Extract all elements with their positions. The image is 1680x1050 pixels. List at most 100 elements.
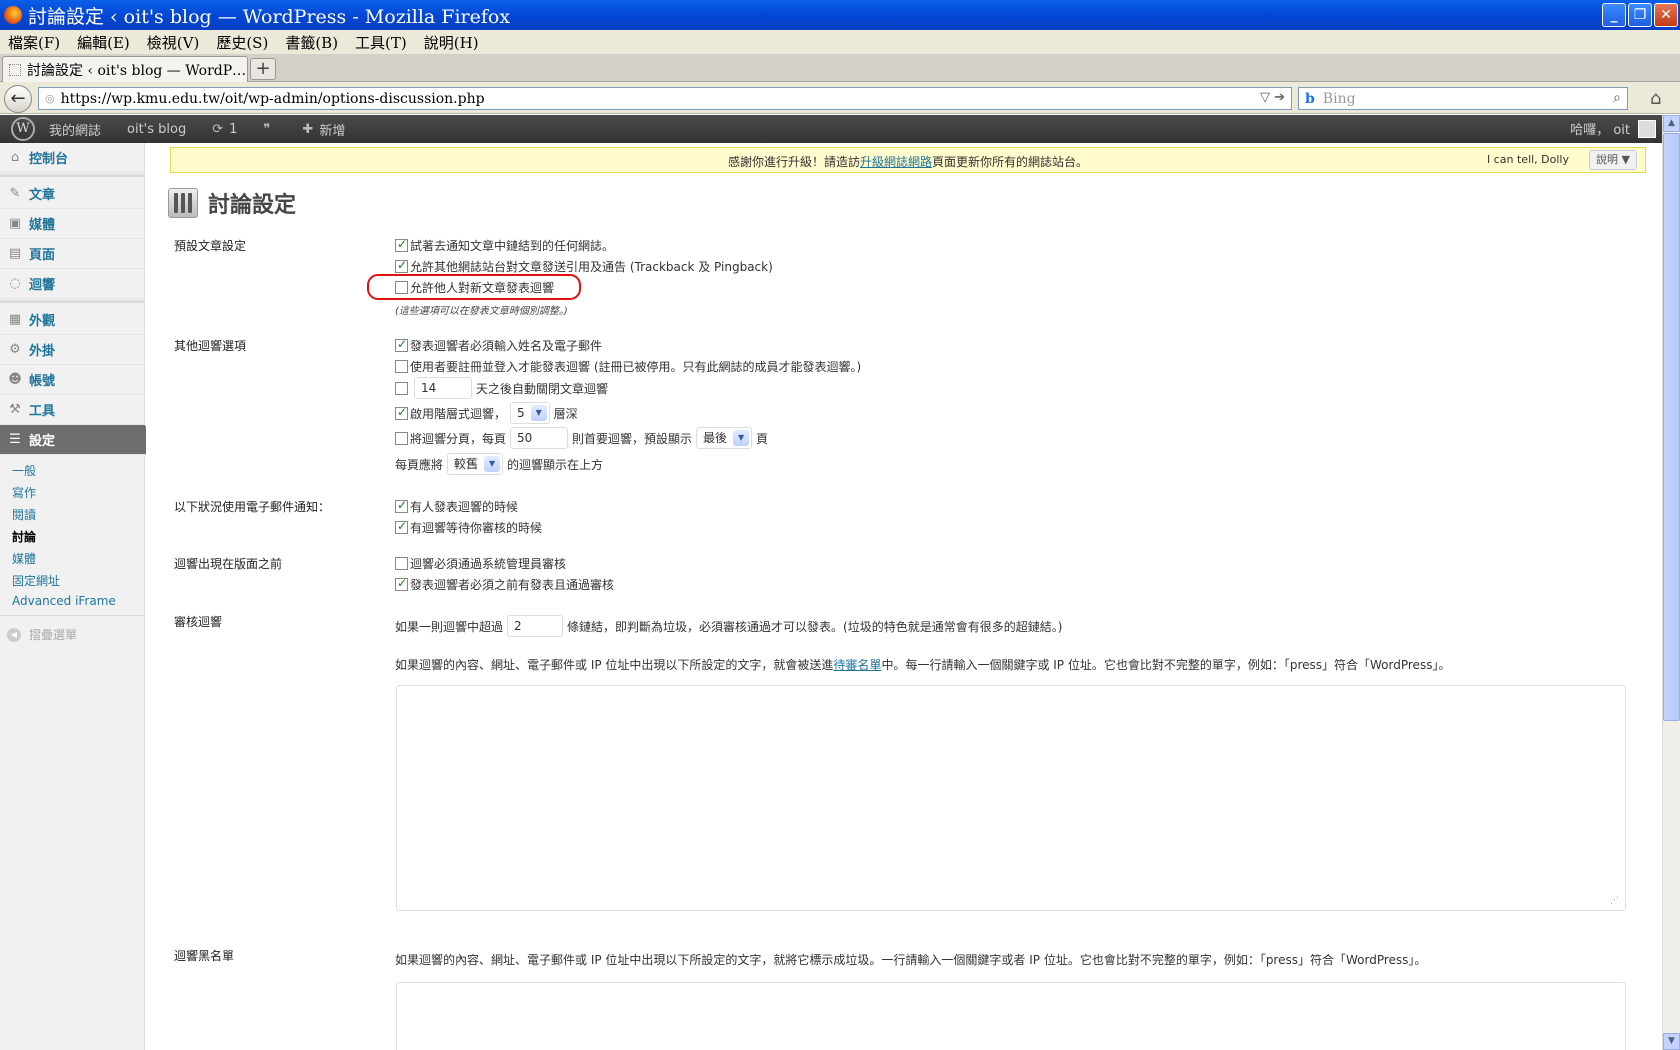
comment-order-select[interactable]: 較舊 ▼	[447, 453, 504, 475]
thread-depth-select[interactable]: 5 ▼	[510, 402, 550, 424]
sidebar-item-appearance[interactable]: ▦ 外觀	[0, 305, 145, 335]
upgrade-network-link[interactable]: 升級網誌網路	[860, 155, 932, 169]
restore-button[interactable]: ❐	[1628, 3, 1652, 27]
menu-history[interactable]: 歷史(S)	[216, 32, 268, 53]
hello-dolly-text: I can tell, Dolly	[1486, 153, 1569, 166]
submenu-discussion[interactable]: 討論	[12, 528, 36, 545]
option-close-comments[interactable]: 14 天之後自動關閉文章迴響	[395, 377, 608, 399]
comment-order-value: 較舊	[454, 457, 479, 471]
checkbox-email-on-comment[interactable]	[395, 498, 408, 513]
option-notify-linked-blogs[interactable]: 試著去通知文章中鏈結到的任何網誌。	[395, 237, 614, 254]
new-tab-button[interactable]: +	[250, 58, 276, 80]
option-require-registration[interactable]: 使用者要註冊並登入才能發表迴響 (註冊已被停用。只有此網誌的成員才能發表迴響。)	[395, 358, 861, 375]
collapse-arrow-icon: ◀	[7, 627, 21, 642]
sidebar-item-tools[interactable]: ⚒ 工具	[0, 395, 145, 425]
page-scrollbar[interactable]: ▲ ▼	[1662, 115, 1680, 1050]
url-bar[interactable]: ◎ https://wp.kmu.edu.tw/oit/wp-admin/opt…	[38, 87, 1292, 110]
page-icon: ▤	[8, 245, 22, 261]
sidebar-item-settings[interactable]: ☰ 設定	[0, 425, 154, 455]
admin-comments[interactable]: ❞	[263, 122, 276, 137]
option-threaded-comments[interactable]: 啟用階層式迴響， 5 ▼ 層深	[395, 402, 578, 424]
submenu-permalinks[interactable]: 固定網址	[12, 572, 60, 589]
scroll-thumb[interactable]	[1663, 133, 1680, 721]
default-page-select[interactable]: 最後 ▼	[696, 427, 753, 449]
checkbox-require-registration[interactable]	[395, 360, 408, 373]
tab-discussion-settings[interactable]: 討論設定 ‹ oit's blog — WordP…	[2, 56, 248, 82]
option-label: 每頁應將	[395, 457, 444, 472]
checkbox-email-on-moderation[interactable]	[395, 519, 408, 534]
submenu-media[interactable]: 媒體	[12, 550, 36, 567]
option-allow-pingbacks[interactable]: 允許其他網誌站台對文章發送引用及通告 (Trackback 及 Pingback…	[395, 258, 773, 275]
menu-view[interactable]: 檢視(V)	[147, 32, 200, 53]
menu-tools[interactable]: 工具(T)	[355, 32, 407, 53]
sidebar-item-posts[interactable]: ✎ 文章	[0, 179, 145, 209]
submenu-writing[interactable]: 寫作	[12, 484, 36, 501]
collapse-menu-button[interactable]: ◀ 摺疊選單	[7, 626, 77, 643]
window-title: 討論設定 ‹ oit's blog — WordPress - Mozilla …	[28, 5, 511, 28]
checkbox-require-name-email[interactable]	[395, 337, 408, 352]
blacklist-textarea[interactable]	[396, 982, 1626, 1050]
search-placeholder: Bing	[1322, 90, 1356, 107]
tab-label: 討論設定 ‹ oit's blog — WordP…	[27, 62, 247, 79]
submenu-general[interactable]: 一般	[12, 462, 36, 479]
back-arrow-icon: ←	[10, 88, 26, 109]
menu-help[interactable]: 說明(H)	[424, 32, 479, 53]
admin-updates[interactable]: ⟳ 1	[212, 122, 237, 137]
option-manual-approval[interactable]: 迴響必須通過系統管理員審核	[395, 555, 566, 572]
checkbox-previously-approved[interactable]	[395, 576, 408, 591]
submenu-advanced-iframe[interactable]: Advanced iFrame	[12, 594, 116, 608]
submenu-reading[interactable]: 閱讀	[12, 506, 36, 523]
admin-account[interactable]: 哈囉， oit	[1570, 119, 1656, 138]
sidebar-item-label: 帳號	[29, 374, 56, 389]
checkbox-notify-linked-blogs[interactable]	[395, 237, 408, 252]
menu-file[interactable]: 檔案(F)	[8, 32, 60, 53]
scroll-up-icon[interactable]: ▲	[1663, 115, 1680, 132]
home-icon[interactable]: ⌂	[1650, 88, 1661, 109]
option-email-on-moderation[interactable]: 有迴響等待你審核的時候	[395, 519, 542, 536]
resize-grip-icon[interactable]: ⋰	[1610, 896, 1619, 906]
checkbox-threaded-comments[interactable]	[395, 405, 408, 420]
option-paged-comments[interactable]: 將迴響分頁，每頁 50 則首要迴響，預設顯示 最後 ▼ 頁	[395, 427, 768, 449]
wordpress-logo-icon[interactable]: W	[11, 117, 35, 141]
sidebar-item-pages[interactable]: ▤ 頁面	[0, 239, 145, 269]
moderation-keys-textarea[interactable]: ⋰	[396, 685, 1626, 911]
sidebar-item-label: 控制台	[29, 152, 69, 167]
admin-site-name[interactable]: oit's blog	[127, 122, 186, 137]
chevron-down-icon: ▼	[484, 456, 501, 472]
bing-engine-icon[interactable]: b	[1305, 91, 1315, 107]
sidebar-item-media[interactable]: ▣ 媒體	[0, 209, 145, 239]
comments-per-page-input[interactable]: 50	[510, 427, 569, 449]
site-identity-icon[interactable]: ◎	[45, 92, 55, 105]
admin-my-sites[interactable]: 我的網誌	[49, 120, 101, 139]
scroll-down-icon[interactable]: ▼	[1663, 1033, 1680, 1050]
search-bar[interactable]: b Bing ⌕	[1298, 87, 1628, 110]
sidebar-item-comments[interactable]: ◌ 迴響	[0, 269, 145, 299]
menu-edit[interactable]: 編輯(E)	[77, 32, 130, 53]
close-button[interactable]: ✕	[1654, 3, 1678, 27]
checkbox-paged-comments[interactable]	[395, 431, 408, 445]
checkbox-manual-approval[interactable]	[395, 557, 408, 570]
back-button[interactable]: ←	[4, 85, 32, 113]
checkbox-allow-pingbacks[interactable]	[395, 258, 408, 273]
option-require-name-email[interactable]: 發表迴響者必須輸入姓名及電子郵件	[395, 337, 602, 354]
sidebar-item-plugins[interactable]: ⚙ 外掛	[0, 335, 145, 365]
moderation-queue-link[interactable]: 待審名單	[833, 658, 881, 672]
sidebar-item-label: 媒體	[29, 218, 56, 233]
help-tab-button[interactable]: 說明 ▼	[1589, 150, 1637, 170]
url-dropdown-go-icons[interactable]: ▽ ➔	[1260, 90, 1285, 105]
sidebar-item-dashboard[interactable]: ⌂ 控制台	[0, 143, 145, 173]
option-email-on-comment[interactable]: 有人發表迴響的時候	[395, 498, 518, 515]
minimize-button[interactable]: _	[1602, 3, 1626, 27]
default-article-note: (這些選項可以在發表文章時個別調整。)	[395, 306, 568, 317]
highlight-annotation	[367, 274, 581, 300]
settings-sliders-icon	[168, 188, 198, 218]
admin-new[interactable]: ✚ 新增	[302, 120, 345, 139]
option-previously-approved[interactable]: 發表迴響者必須之前有發表且通過審核	[395, 576, 614, 593]
notice-text-after: 頁面更新你所有的網誌站台。	[932, 155, 1089, 169]
menu-bookmarks[interactable]: 書籤(B)	[285, 32, 338, 53]
checkbox-close-comments[interactable]	[395, 381, 408, 395]
close-days-input[interactable]: 14	[414, 377, 472, 399]
search-icon[interactable]: ⌕	[1613, 90, 1621, 106]
moderation-links-input[interactable]: 2	[507, 615, 564, 637]
sidebar-item-users[interactable]: ☻ 帳號	[0, 365, 145, 395]
